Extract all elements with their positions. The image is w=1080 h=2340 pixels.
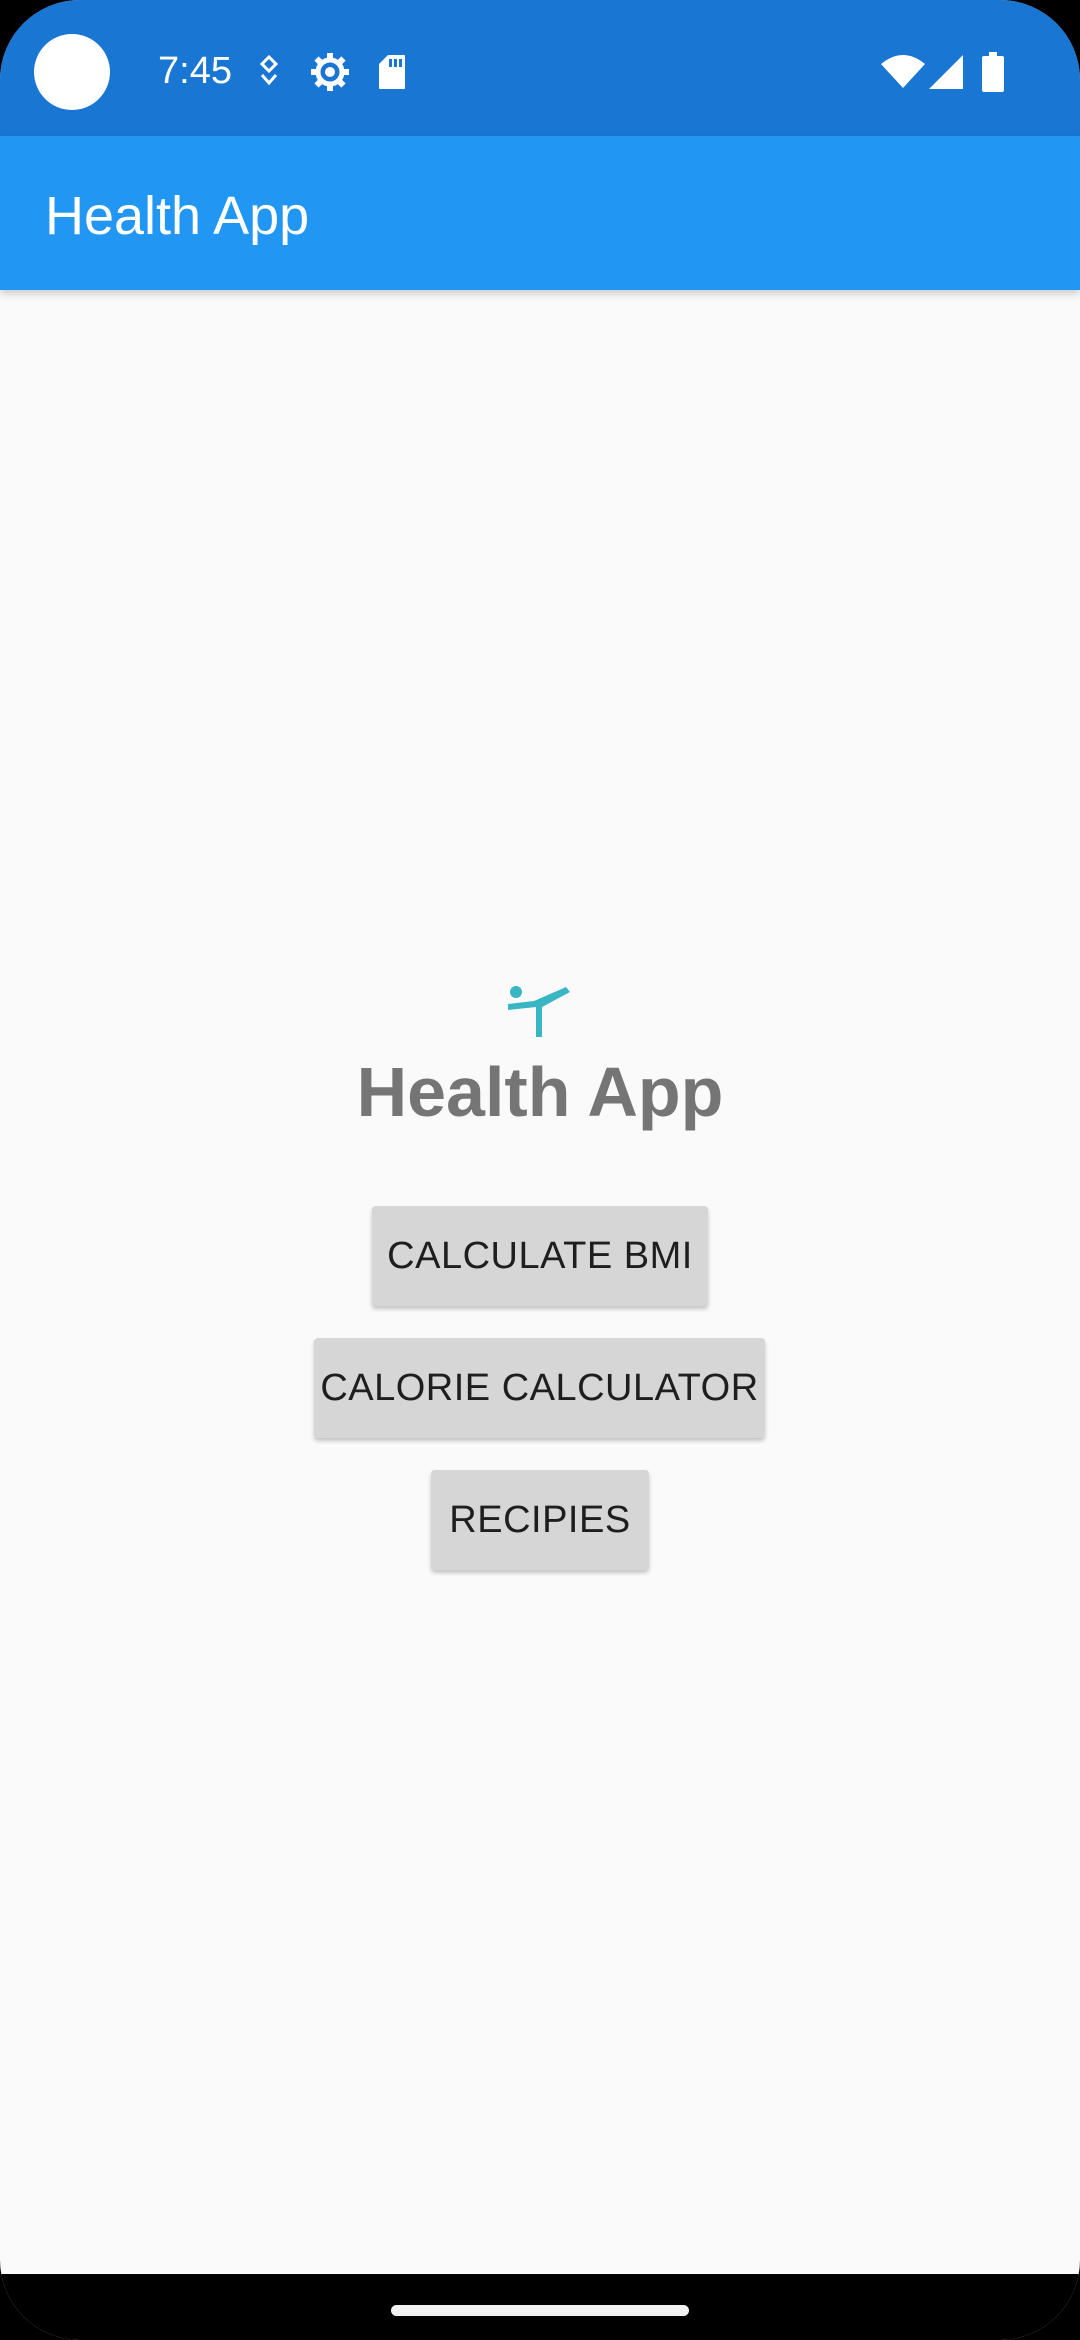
app-bar: Health App	[0, 136, 1080, 290]
calorie-calculator-button[interactable]: CALORIE CALCULATOR	[314, 1338, 765, 1438]
recipes-button[interactable]: RECIPIES	[431, 1470, 649, 1570]
app-bar-title: Health App	[45, 186, 310, 246]
status-time: 7:45	[158, 50, 232, 92]
wifi-icon	[880, 54, 926, 90]
status-bar: 7:45	[0, 0, 1080, 136]
battery-icon	[982, 52, 1004, 92]
sd-card-icon	[378, 54, 406, 90]
settings-gear-icon	[310, 52, 350, 92]
app-screen: 7:45 Health App Health App CALCULATE BMI…	[0, 0, 1080, 2340]
home-gesture-handle[interactable]	[391, 2305, 689, 2316]
page-title: Health App	[356, 1053, 724, 1131]
notification-icon	[256, 55, 282, 87]
yoga-pose-icon	[506, 985, 572, 1039]
camera-cutout	[34, 34, 110, 110]
calculate-bmi-button[interactable]: CALCULATE BMI	[372, 1206, 708, 1306]
cell-signal-icon	[928, 54, 964, 90]
